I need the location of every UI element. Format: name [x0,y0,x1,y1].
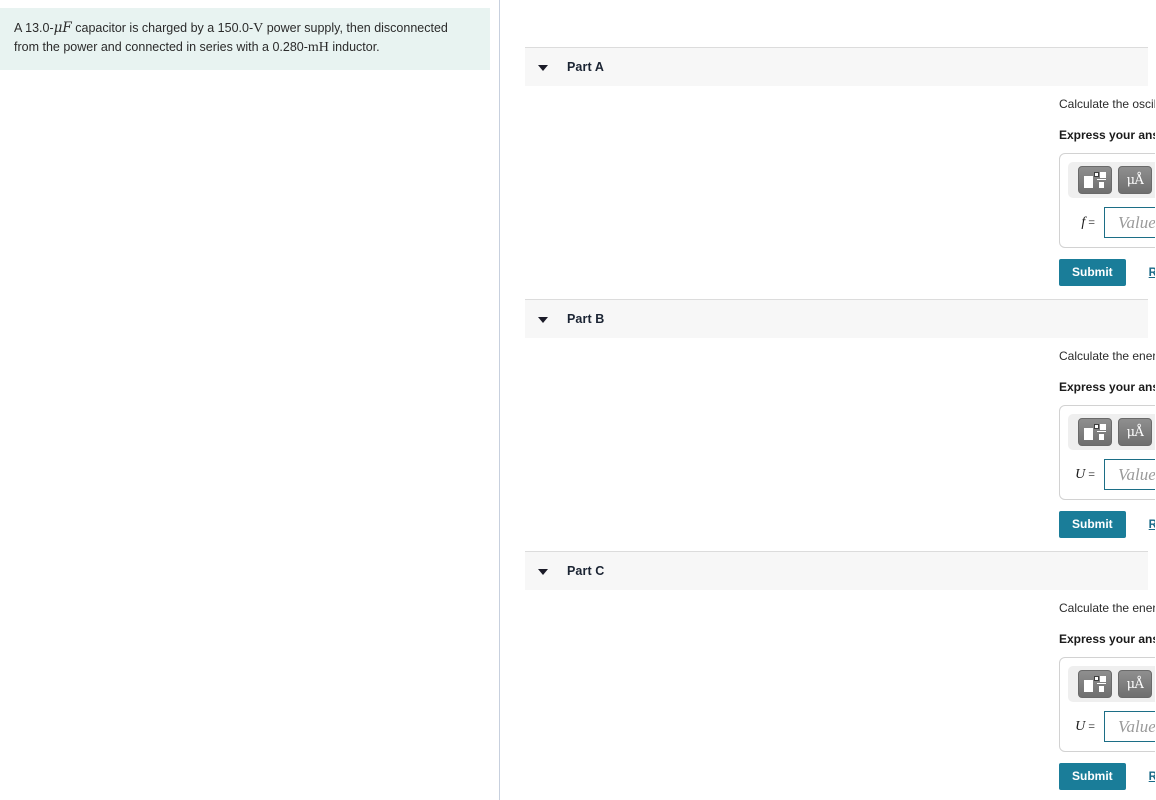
submit-button-b[interactable]: Submit [1059,511,1126,538]
parts-pane: Part A Calculate the oscillation frequen… [500,0,1155,800]
units-icon[interactable]: μÅ [1118,166,1152,194]
part-title-c: Part C [567,564,605,578]
value-placeholder-a: Value [1118,212,1155,232]
part-instruction-b: Express your answer with the appropriate… [1059,380,1155,394]
answer-input-row-a: f = Value Units [1068,207,1155,238]
part-title-a: Part A [567,60,604,74]
variable-label-b: U = [1075,466,1095,482]
part-header-c[interactable]: Part C [525,551,1148,590]
answer-input-row-b: U = Value Units [1068,459,1155,490]
part-question-a: Calculate the oscillation frequency of t… [1059,97,1155,111]
math-toolbar-c: μÅ ] ? [1068,666,1155,702]
value-input-a[interactable]: Value [1104,207,1155,238]
action-row-b: Submit Request Answer [1059,511,1155,538]
problem-statement-pane: A 13.0-μF capacitor is charged by a 150.… [0,0,500,800]
request-answer-link-a[interactable]: Request Answer [1149,267,1155,279]
template-icon[interactable] [1078,418,1112,446]
part-body-b: Calculate the energy stored in the capac… [1059,348,1155,538]
template-glyph [1084,423,1106,441]
math-toolbar-a: μÅ ] ? [1068,162,1155,198]
template-glyph [1084,171,1106,189]
value-input-c[interactable]: Value [1104,711,1155,742]
value-placeholder-b: Value [1118,464,1155,484]
value-placeholder-c: Value [1118,716,1155,736]
part-question-c: Calculate the energy stored in the induc… [1059,601,1155,615]
units-icon[interactable]: μÅ [1118,670,1152,698]
chevron-down-icon-c[interactable] [538,566,548,576]
template-icon[interactable] [1078,166,1112,194]
submit-button-c[interactable]: Submit [1059,763,1126,790]
answer-widget-a: μÅ ] ? [1059,153,1155,248]
problem-statement-text: A 13.0-μF capacitor is charged by a 150.… [14,20,448,55]
request-answer-link-b[interactable]: Request Answer [1149,519,1155,531]
answer-input-row-c: U = Value Units [1068,711,1155,742]
problem-page: A 13.0-μF capacitor is charged by a 150.… [0,0,1156,800]
template-glyph [1084,675,1106,693]
part-question-b: Calculate the energy stored in the capac… [1059,349,1155,363]
submit-button-a[interactable]: Submit [1059,259,1126,286]
units-glyph-label: μÅ [1126,172,1144,188]
template-icon[interactable] [1078,670,1112,698]
part-body-a: Calculate the oscillation frequency of t… [1059,96,1155,286]
chevron-down-icon-b[interactable] [538,314,548,324]
units-icon[interactable]: μÅ [1118,418,1152,446]
part-header-a[interactable]: Part A [525,47,1148,86]
action-row-c: Submit Request Answer [1059,763,1155,790]
units-glyph-label: μÅ [1126,424,1144,440]
request-answer-link-c[interactable]: Request Answer [1149,771,1155,783]
chevron-down-icon-a[interactable] [538,62,548,72]
part-instruction-c: Express your answer with the appropriate… [1059,632,1155,646]
variable-label-a: f = [1081,214,1095,230]
action-row-a: Submit Request Answer [1059,259,1155,286]
part-header-b[interactable]: Part B [525,299,1148,338]
units-glyph-label: μÅ [1126,676,1144,692]
part-body-c: Calculate the energy stored in the induc… [1059,600,1155,790]
part-instruction-a: Express your answer with the appropriate… [1059,128,1155,142]
answer-widget-b: μÅ ] ? [1059,405,1155,500]
answer-widget-c: μÅ ] ? [1059,657,1155,752]
part-title-b: Part B [567,312,605,326]
problem-statement-box: A 13.0-μF capacitor is charged by a 150.… [0,8,490,70]
variable-label-c: U = [1075,718,1095,734]
value-input-b[interactable]: Value [1104,459,1155,490]
math-toolbar-b: μÅ ] ? [1068,414,1155,450]
